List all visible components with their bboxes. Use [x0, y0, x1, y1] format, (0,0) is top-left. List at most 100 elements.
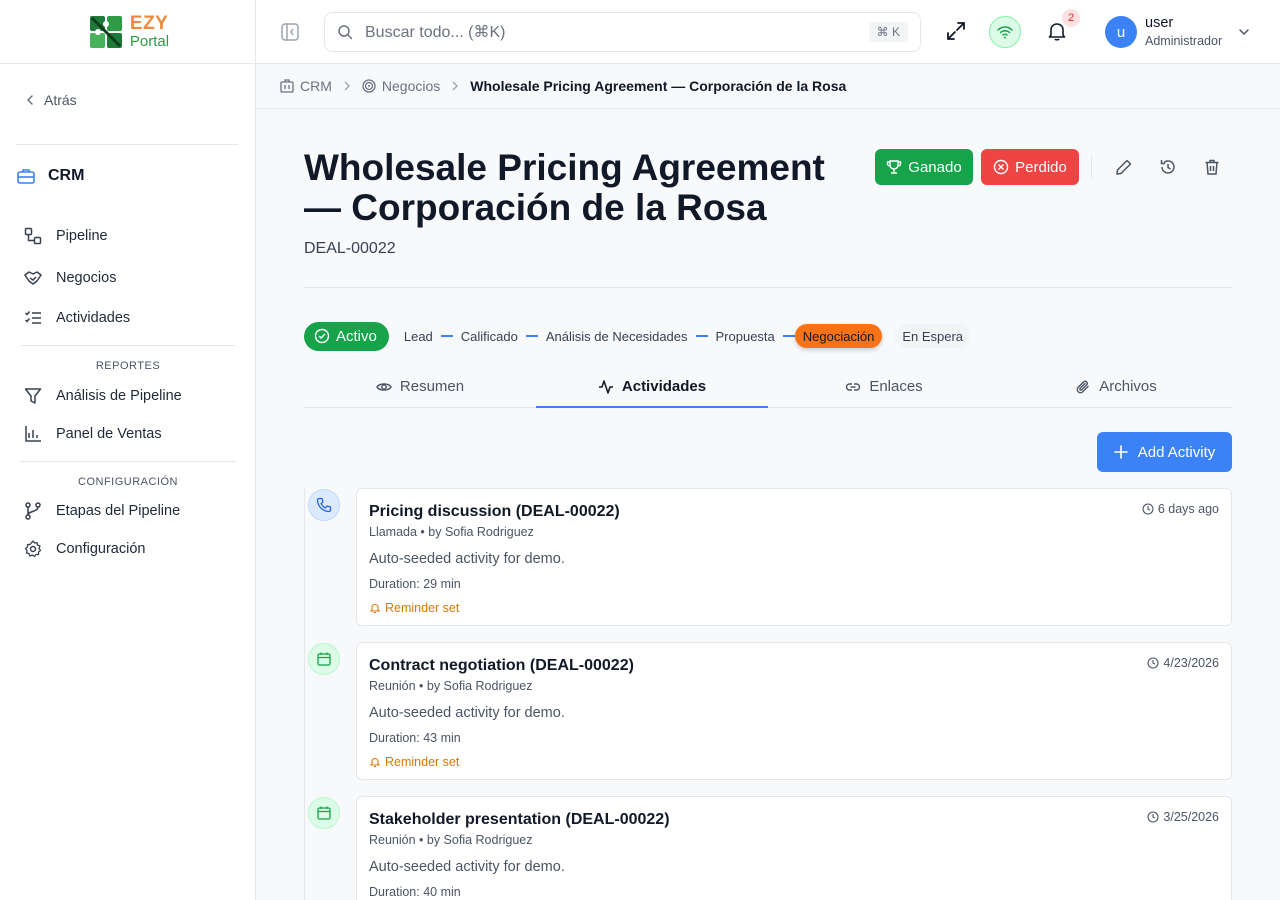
reminder-label: Reminder set [385, 601, 460, 615]
section-header-reportes: REPORTES [95, 360, 161, 372]
user-menu-button[interactable] [1238, 26, 1250, 38]
activity-subtitle: Reunión • by Sofia Rodriguez [369, 833, 533, 847]
sidebar: EZY Portal Atrás CRM Pipeline Negocios A… [0, 0, 256, 900]
activity-subtitle: Reunión • by Sofia Rodriguez [369, 679, 533, 693]
sidebar-item-actividades[interactable]: Actividades [24, 309, 130, 327]
sidebar-item-label: Configuración [56, 541, 146, 557]
sidebar-item-label: Actividades [56, 310, 131, 326]
sidebar-item-analisis-pipeline[interactable]: Análisis de Pipeline [24, 387, 182, 405]
tab-enlaces[interactable]: Enlaces [768, 366, 1000, 407]
breadcrumb: CRM Negocios Wholesale Pricing Agreement… [256, 64, 1280, 109]
sidebar-item-etapas[interactable]: Etapas del Pipeline [24, 502, 180, 520]
tab-archivos[interactable]: Archivos [1000, 366, 1232, 407]
stage-en-espera[interactable]: En Espera [894, 324, 972, 348]
add-activity-label: Add Activity [1137, 443, 1216, 461]
trash-icon [1205, 159, 1219, 175]
page-title: Wholesale Pricing Agreement — Corporació… [304, 147, 825, 228]
stage-analisis[interactable]: Análisis de Necesidades [537, 324, 696, 348]
date-label: 4/23/2026 [1163, 656, 1219, 670]
pipeline-stages: Activo Lead Calificado Análisis de Neces… [304, 321, 972, 351]
tab-label: Actividades [621, 378, 707, 395]
sidebar-divider [20, 461, 236, 462]
activity-title: Pricing discussion (DEAL-00022) [369, 503, 620, 520]
sidebar-item-configuracion[interactable]: Configuración [24, 540, 145, 558]
activity-icon [598, 379, 613, 394]
plus-icon [1113, 445, 1128, 459]
action-divider [1091, 155, 1092, 179]
sidebar-toggle-button[interactable] [280, 22, 300, 42]
header-divider [304, 287, 1232, 288]
edit-button[interactable] [1115, 158, 1133, 176]
tab-resumen[interactable]: Resumen [304, 366, 536, 407]
user-role: Administrador [1145, 34, 1223, 48]
target-icon [362, 79, 376, 93]
breadcrumb-negocios[interactable]: Negocios [362, 78, 440, 94]
paperclip-icon [1076, 380, 1089, 393]
chevron-down-icon [1239, 29, 1249, 36]
fullscreen-button[interactable] [945, 20, 967, 42]
breadcrumb-crm[interactable]: CRM [280, 78, 332, 94]
stage-negociacion[interactable]: Negociación [794, 324, 883, 348]
back-link[interactable]: Atrás [24, 92, 77, 108]
wifi-icon [997, 26, 1013, 39]
pipeline-icon [24, 227, 42, 245]
bell-icon [369, 757, 381, 768]
mark-lost-button[interactable]: Perdido [981, 149, 1079, 185]
app-logo[interactable]: EZY Portal [86, 12, 169, 52]
sidebar-item-panel-ventas[interactable]: Panel de Ventas [24, 425, 162, 443]
search-placeholder: Buscar todo... (⌘K) [365, 24, 506, 41]
chevron-right-icon [452, 81, 459, 91]
link-icon [846, 382, 861, 391]
delete-button[interactable] [1203, 158, 1221, 176]
back-label: Atrás [44, 92, 77, 108]
history-button[interactable] [1159, 158, 1177, 176]
activity-card[interactable]: Stakeholder presentation (DEAL-00022) Re… [356, 796, 1232, 900]
activity-reminder: Reminder set [369, 601, 459, 615]
activity-date: 3/25/2026 [1147, 810, 1219, 824]
handshake-icon [24, 271, 42, 285]
eye-icon [376, 382, 392, 391]
activity-description: Auto-seeded activity for demo. [369, 859, 565, 875]
chevron-left-icon [26, 95, 33, 105]
avatar[interactable]: u [1105, 16, 1137, 48]
timeline-dot [308, 797, 340, 829]
stage-calificado[interactable]: Calificado [452, 324, 526, 348]
stage-lead[interactable]: Lead [395, 324, 441, 348]
deal-tabs: Resumen Actividades Enlaces Archivos [304, 366, 1232, 408]
funnel-icon [24, 388, 42, 404]
activity-reminder: Reminder set [369, 755, 459, 769]
activity-card[interactable]: Contract negotiation (DEAL-00022) Reunió… [356, 642, 1232, 780]
sidebar-item-pipeline[interactable]: Pipeline [24, 227, 108, 245]
activity-title: Stakeholder presentation (DEAL-00022) [369, 811, 670, 828]
activity-subtitle: Llamada • by Sofia Rodriguez [369, 525, 534, 539]
activity-date: 4/23/2026 [1147, 656, 1219, 670]
activity-description: Auto-seeded activity for demo. [369, 705, 565, 721]
sidebar-item-negocios[interactable]: Negocios [24, 269, 116, 287]
clock-icon [1142, 503, 1154, 515]
status-badge: Activo [304, 321, 389, 351]
sidebar-divider [16, 144, 238, 145]
status-label: Activo [336, 327, 377, 345]
add-activity-button[interactable]: Add Activity [1097, 432, 1232, 472]
git-branch-icon [25, 502, 41, 520]
logo-area: EZY Portal [0, 0, 255, 64]
phone-icon [316, 497, 332, 513]
stage-propuesta[interactable]: Propuesta [707, 324, 783, 348]
bar-chart-icon [25, 426, 41, 442]
search-icon [338, 25, 353, 40]
top-header: Buscar todo... (⌘K) ⌘ K 2 u user Adminis… [256, 0, 1280, 64]
search-input[interactable]: Buscar todo... (⌘K) ⌘ K [324, 12, 921, 52]
won-label: Ganado [908, 158, 962, 176]
activity-description: Auto-seeded activity for demo. [369, 551, 565, 567]
connection-status-button[interactable] [989, 16, 1021, 48]
module-header-crm[interactable]: CRM [16, 166, 84, 186]
lost-label: Perdido [1015, 158, 1067, 176]
activity-title: Contract negotiation (DEAL-00022) [369, 657, 634, 674]
activity-card[interactable]: Pricing discussion (DEAL-00022) Llamada … [356, 488, 1232, 626]
trophy-icon [887, 160, 902, 174]
tab-actividades[interactable]: Actividades [536, 366, 768, 408]
pencil-icon [1116, 159, 1132, 175]
user-name[interactable]: user [1145, 15, 1173, 31]
mark-won-button[interactable]: Ganado [875, 149, 973, 185]
sidebar-divider [20, 345, 236, 346]
